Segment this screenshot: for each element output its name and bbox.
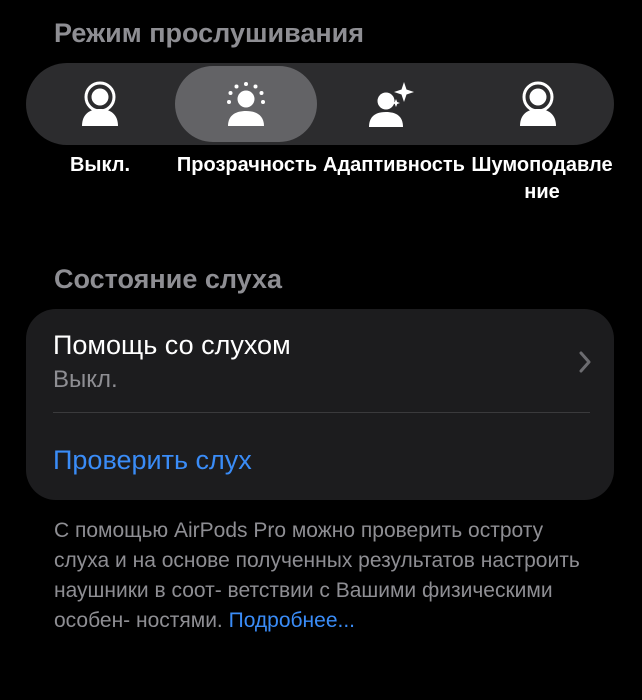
row-divider xyxy=(53,412,590,413)
hearing-assistance-title: Помощь со слухом xyxy=(53,330,291,360)
person-adaptive-icon xyxy=(369,82,414,127)
chevron-right-icon xyxy=(579,351,591,373)
mode-adaptive-button[interactable] xyxy=(321,66,463,142)
listening-mode-header: Режим прослушивания xyxy=(54,18,364,48)
hearing-assistance-value: Выкл. xyxy=(53,366,118,393)
person-noise-cancel-icon xyxy=(520,81,556,126)
mode-noise-cancellation-button[interactable] xyxy=(467,66,609,142)
mode-transparency-button[interactable] xyxy=(175,66,317,142)
mode-noise-cancellation-label: Шумоподавление xyxy=(471,154,613,203)
hearing-footer-description: С помощью AirPods Pro можно проверить ос… xyxy=(54,516,594,636)
mode-adaptive-label: Адаптивность xyxy=(323,154,465,176)
mode-off-button[interactable] xyxy=(29,66,171,142)
person-transparency-icon xyxy=(227,82,265,126)
mode-transparency-label: Прозрачность xyxy=(176,154,318,176)
learn-more-link[interactable]: Подробнее... xyxy=(229,609,355,632)
hearing-assistance-row[interactable]: Помощь со слухом Выкл. xyxy=(26,309,614,412)
mode-off-label: Выкл. xyxy=(69,154,131,176)
person-off-icon xyxy=(82,81,118,126)
listening-mode-selector xyxy=(26,63,614,145)
hearing-health-header: Состояние слуха xyxy=(54,264,283,294)
hearing-settings-card: Помощь со слухом Выкл. Проверить слух xyxy=(26,309,614,500)
check-hearing-button[interactable]: Проверить слух xyxy=(53,444,252,476)
